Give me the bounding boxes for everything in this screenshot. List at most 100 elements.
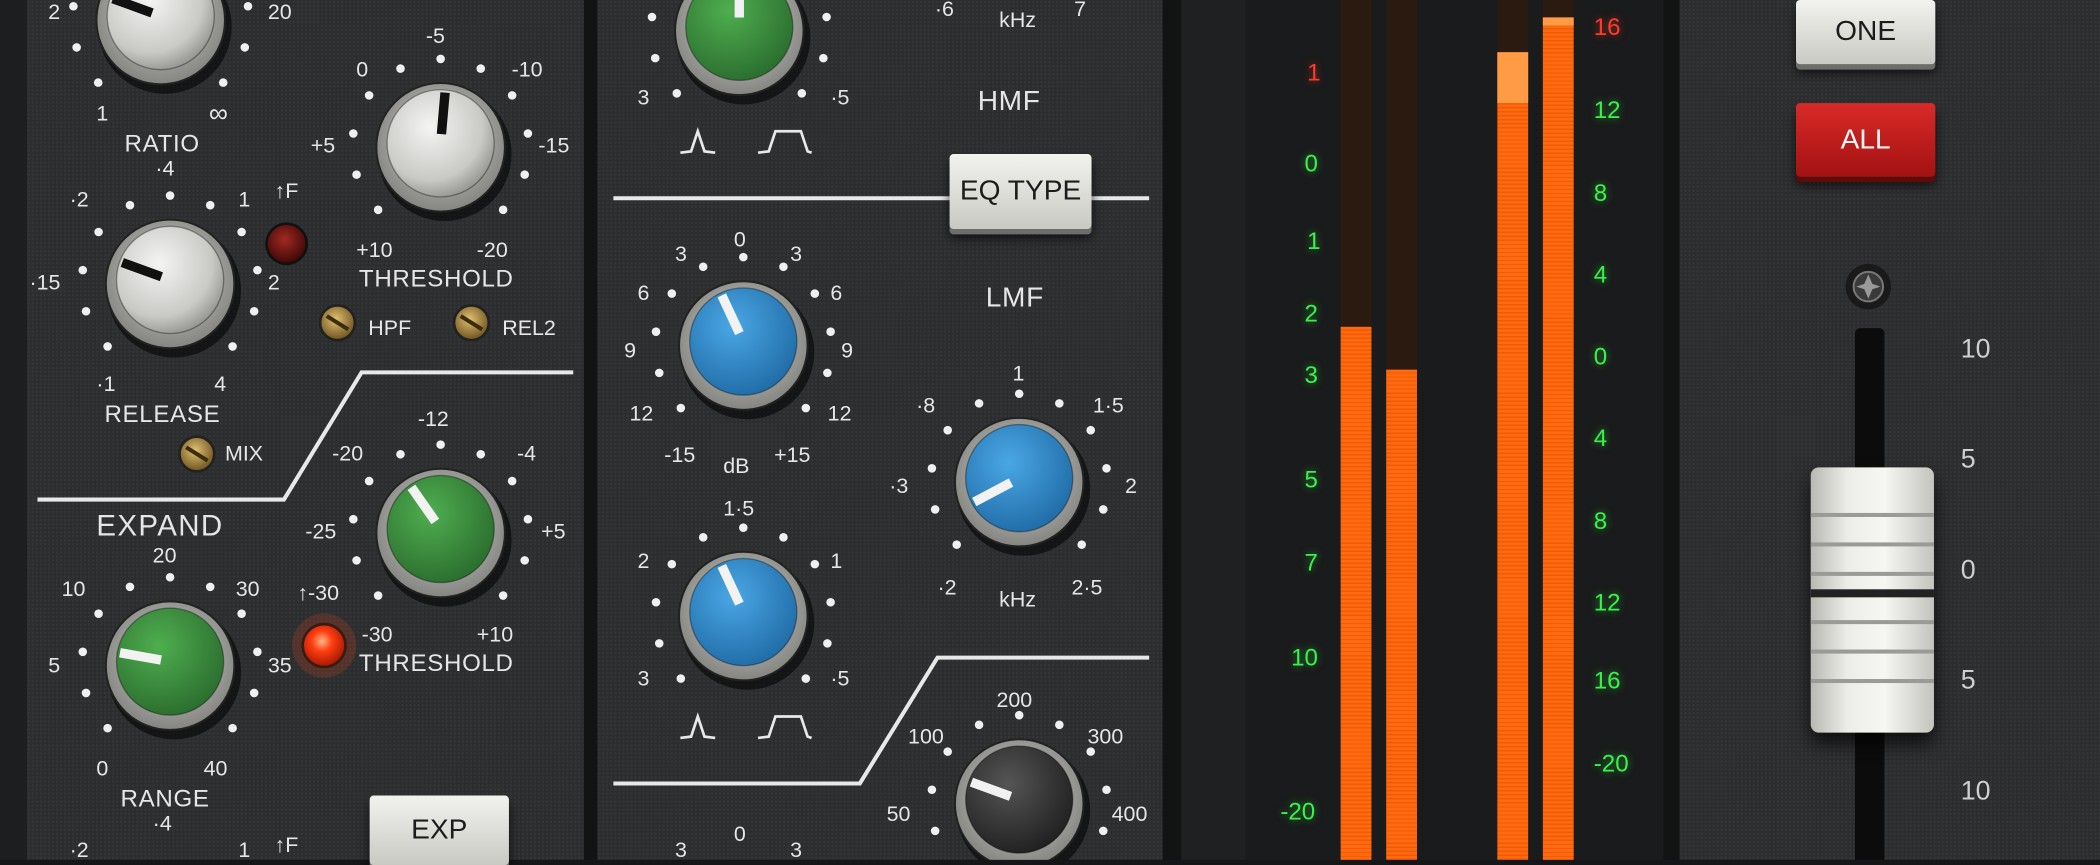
hmf-freq-scale: 7: [1074, 0, 1087, 22]
lmf-q-knob[interactable]: [651, 523, 835, 690]
meter-scale-right: 12: [1593, 96, 1621, 124]
lmf-freq-scale: ·2: [937, 577, 957, 601]
gain-scale: 6: [637, 282, 650, 306]
meter-scale-left: 10: [1291, 644, 1318, 671]
meter-scale-right: 16: [1593, 666, 1621, 694]
exp-threshold-scale: +5: [541, 520, 566, 544]
release-scale: ·1: [96, 373, 116, 397]
comp-threshold-scale: -5: [425, 25, 445, 49]
lmf-q-scale: 1: [830, 550, 843, 574]
lmf-q-scale: ·5: [830, 668, 850, 692]
hmf-q-knob[interactable]: [647, 0, 831, 105]
meter-scale-left: 1: [1307, 227, 1321, 255]
meter-bar: [1340, 0, 1372, 860]
range-scale: 0: [96, 758, 109, 781]
gain-scale: 9: [841, 340, 854, 363]
eq-type-button[interactable]: EQ TYPE: [949, 154, 1092, 230]
exp-threshold-scale: -4: [516, 443, 537, 467]
hpf-freq-scale: 200: [996, 689, 1033, 713]
comp-threshold-scale: -10: [511, 58, 543, 82]
meter-scale-right: 0: [1593, 342, 1608, 370]
meter-scale-left: 1: [1307, 58, 1321, 86]
exp-threshold-scale: -30: [361, 624, 393, 647]
hmf-khz-label: kHz: [999, 9, 1037, 33]
meter-scale-right: 4: [1593, 424, 1608, 452]
hmf-q-scale: 3: [637, 87, 650, 110]
gain-scale: 3: [790, 243, 803, 267]
range-knob[interactable]: [78, 572, 262, 740]
range-scale: 35: [267, 654, 292, 678]
hpf-trim-screw[interactable]: [318, 304, 357, 342]
lmf-freq-scale: 1·5: [1092, 395, 1124, 418]
exp-threshold-scale: -12: [417, 408, 449, 432]
gain-scale: 6: [830, 282, 843, 306]
comp-threshold-scale: +10: [356, 239, 393, 263]
hmf-freq-scale: ·6: [934, 0, 954, 22]
lmf-q-scale: 1·5: [723, 498, 755, 521]
gain-scale: 12: [629, 403, 654, 426]
all-button[interactable]: ALL: [1796, 103, 1936, 177]
comp-threshold-scale: 0: [356, 58, 369, 82]
channel-fader[interactable]: [1810, 467, 1934, 733]
comp-threshold-label: THRESHOLD: [358, 265, 514, 292]
lmf-gain-knob[interactable]: [651, 252, 835, 420]
meter-scale-right: 4: [1593, 261, 1608, 288]
ratio-scale-2: 2: [48, 1, 61, 25]
meter-scale-left: 5: [1304, 466, 1318, 493]
exp-threshold-label: THRESHOLD: [358, 649, 514, 677]
exp-button[interactable]: EXP: [369, 795, 509, 865]
meter-bar: [1386, 0, 1417, 860]
exp-threshold-knob[interactable]: [349, 440, 533, 607]
lmf-freq-scale: 2·5: [1071, 577, 1103, 601]
lmf-q-scale: 3: [637, 668, 650, 692]
meter-scale-right: -20: [1593, 750, 1629, 777]
meter-peak-segment: [1542, 17, 1574, 26]
fast-attack-led: [265, 222, 309, 266]
bottom-scale: ·2: [69, 839, 89, 863]
meter-bar: [1542, 0, 1574, 860]
lmf-freq-knob[interactable]: [927, 389, 1111, 556]
range-label: RANGE: [120, 784, 210, 812]
hpf-freq-scale: 300: [1087, 725, 1124, 749]
fader-scale: 5: [1960, 444, 1976, 475]
meter-scale-right: 16: [1593, 13, 1621, 41]
gain-scale: 3: [675, 243, 687, 267]
meter-fill: [1340, 326, 1372, 860]
exp-threshold-scale: +10: [476, 624, 514, 647]
ratio-scale-20: 20: [267, 1, 292, 25]
mix-trim-screw[interactable]: [178, 435, 216, 473]
range-scale: 10: [61, 578, 86, 602]
one-button[interactable]: ONE: [1796, 0, 1936, 65]
comp-threshold-scale: -20: [476, 239, 508, 263]
release-knob[interactable]: [78, 191, 262, 358]
exp-threshold-led-label: ↑-30: [297, 582, 340, 606]
meter-scale-left: 7: [1304, 549, 1318, 576]
hpf-freq-scale: 100: [908, 725, 944, 749]
meter-scale-right: 8: [1593, 507, 1608, 535]
release-scale: 2: [267, 271, 280, 295]
meter-scale-left: 2: [1304, 300, 1318, 327]
ratio-knob[interactable]: [69, 0, 253, 94]
meter-scale-left: 3: [1304, 361, 1318, 389]
comp-threshold-scale: +5: [310, 135, 336, 159]
meter-peak-segment: [1497, 51, 1529, 104]
bottom-scale: 1: [238, 839, 251, 863]
comp-threshold-scale: -15: [538, 135, 570, 159]
exp-threshold-scale: -25: [305, 520, 337, 544]
hpf-freq-knob[interactable]: [927, 710, 1111, 860]
mix-label: MIX: [225, 443, 264, 467]
eq-bottom-scale: 0: [733, 823, 746, 847]
rel2-trim-screw[interactable]: [452, 304, 491, 342]
lmf-khz-label: kHz: [999, 589, 1037, 613]
hpf-freq-scale: 50: [886, 803, 911, 827]
range-scale: 20: [152, 545, 177, 568]
ratio-label: RATIO: [124, 129, 200, 157]
exp-threshold-scale: -20: [332, 443, 364, 467]
fader-screw-icon: [1845, 263, 1892, 310]
meter-scale-right: 12: [1593, 589, 1621, 617]
lmf-freq-scale: 2: [1125, 475, 1137, 499]
meter-fill: [1386, 369, 1417, 860]
range-scale: 30: [235, 578, 260, 602]
eq-bottom-scale: 3: [790, 839, 803, 863]
comp-threshold-knob[interactable]: [349, 54, 533, 221]
